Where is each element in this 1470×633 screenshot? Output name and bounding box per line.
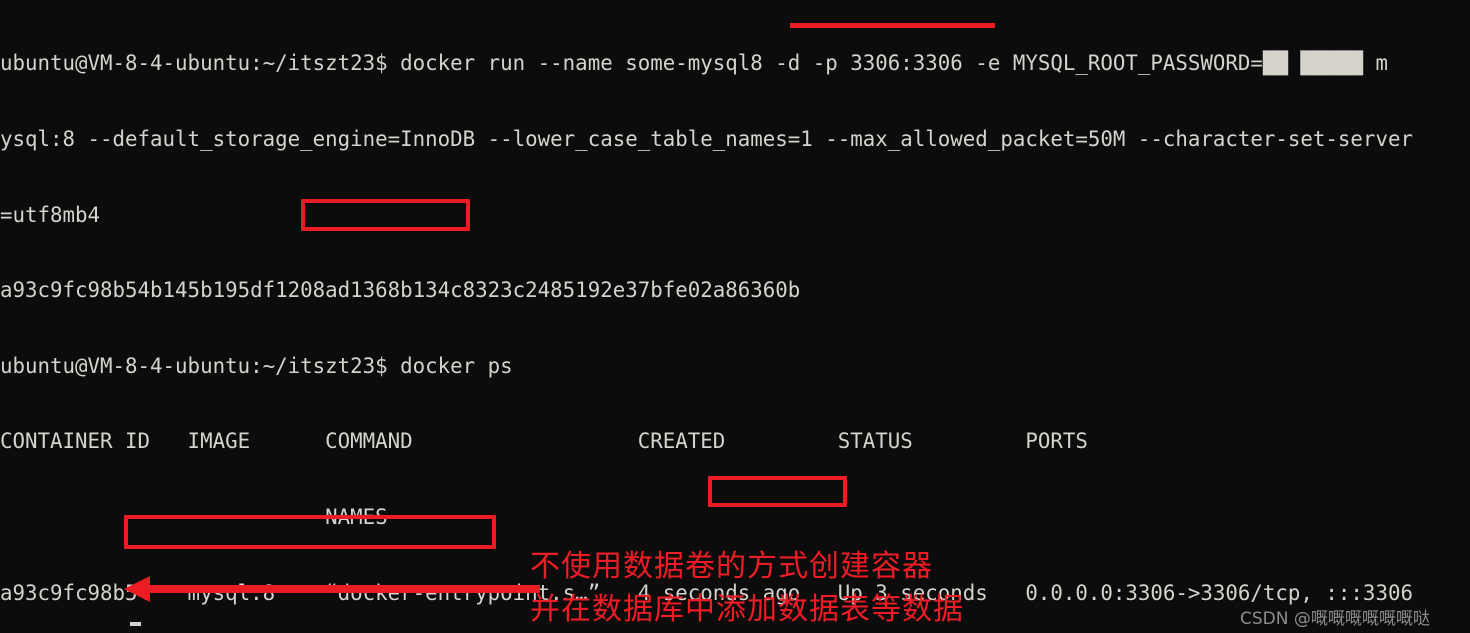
docker-ps-header-names: NAMES (0, 504, 388, 529)
terminal-line: ysql:8 --default_storage_engine=InnoDB -… (0, 127, 1413, 151)
terminal-line: =utf8mb4 (0, 202, 101, 227)
terminal-window[interactable]: ubuntu@VM-8-4-ubuntu:~/itszt23$ docker r… (0, 0, 1470, 633)
terminal-output[interactable]: ubuntu@VM-8-4-ubuntu:~/itszt23$ docker r… (0, 0, 1454, 633)
terminal-line: ubuntu@VM-8-4-ubuntu:~/itszt23$ docker p… (0, 353, 513, 378)
terminal-line: ubuntu@VM-8-4-ubuntu:~/itszt23$ docker r… (0, 51, 1388, 76)
terminal-line-container-id: a93c9fc98b54b145b195df1208ad1368b134c832… (0, 278, 801, 303)
docker-ps-row-mysql: a93c9fc98b54 mysql:8 “docker-entrypoint.… (0, 580, 1413, 605)
docker-ps-header: CONTAINER ID IMAGE COMMAND CREATED STATU… (0, 429, 1088, 454)
